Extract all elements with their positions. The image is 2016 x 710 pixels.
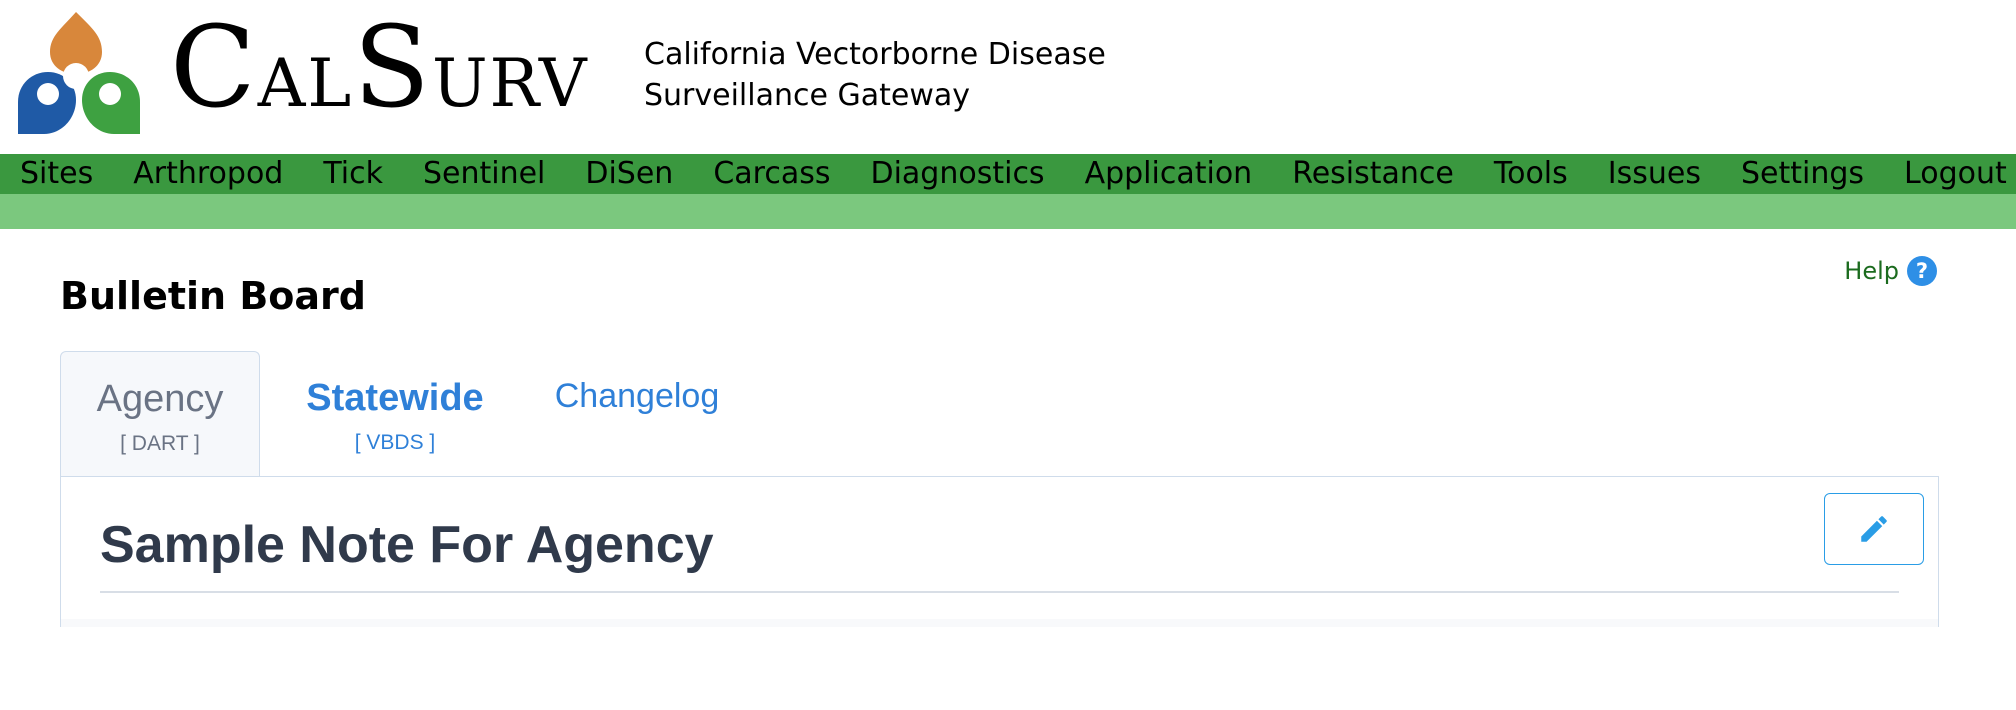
help-circle-icon[interactable]: ? [1907,256,1937,286]
edit-note-button[interactable] [1824,493,1924,565]
logo-letter-c: C [170,3,258,133]
nav-item-logout[interactable]: Logout [1884,154,2016,194]
note-divider [100,591,1899,593]
panel-footer [61,619,1938,627]
logo-letter-s: S [353,3,432,133]
tagline-line-2: Surveillance Gateway [644,78,971,113]
help-link[interactable]: Help ? [1844,256,1937,286]
page-title: Bulletin Board [60,274,366,319]
nav-item-issues[interactable]: Issues [1588,154,1721,194]
site-header: CALSURV California Vectorborne Disease S… [0,0,2016,154]
tab-statewide[interactable]: Statewide [ VBDS ] [288,351,502,477]
site-tagline: California Vectorborne Disease Surveilla… [644,34,1106,116]
tab-agency-label: Agency [96,378,224,420]
logo-letters-urv: URV [431,45,589,122]
help-label: Help [1844,257,1899,285]
tab-statewide-label: Statewide [306,377,484,419]
nav-item-tick[interactable]: Tick [303,154,403,194]
sub-nav-bar [0,194,2016,229]
nav-item-disen[interactable]: DiSen [565,154,693,194]
note-panel: Sample Note For Agency [60,476,1939,627]
tab-changelog-label: Changelog [554,377,720,415]
calsurv-wordmark[interactable]: CALSURV [170,6,589,130]
note-title: Sample Note For Agency [100,516,714,574]
tab-statewide-sublabel: [ VBDS ] [354,431,436,454]
nav-item-application[interactable]: Application [1065,154,1273,194]
nav-item-sites[interactable]: Sites [0,154,113,194]
main-nav: Sites Arthropod Tick Sentinel DiSen Carc… [0,154,2016,194]
logo-letters-al: AL [257,45,354,122]
calsurv-logo-icon[interactable] [18,12,140,136]
tab-changelog[interactable]: Changelog [530,351,744,477]
nav-item-diagnostics[interactable]: Diagnostics [850,154,1064,194]
pencil-icon [1861,516,1887,542]
nav-item-resistance[interactable]: Resistance [1272,154,1474,194]
tab-agency-sublabel: [ DART ] [120,432,200,455]
nav-item-carcass[interactable]: Carcass [693,154,850,194]
nav-item-arthropod[interactable]: Arthropod [113,154,303,194]
nav-item-settings[interactable]: Settings [1721,154,1884,194]
tagline-line-1: California Vectorborne Disease [644,37,1106,72]
nav-item-tools[interactable]: Tools [1474,154,1588,194]
nav-item-sentinel[interactable]: Sentinel [403,154,565,194]
tab-agency[interactable]: Agency [ DART ] [60,351,260,478]
